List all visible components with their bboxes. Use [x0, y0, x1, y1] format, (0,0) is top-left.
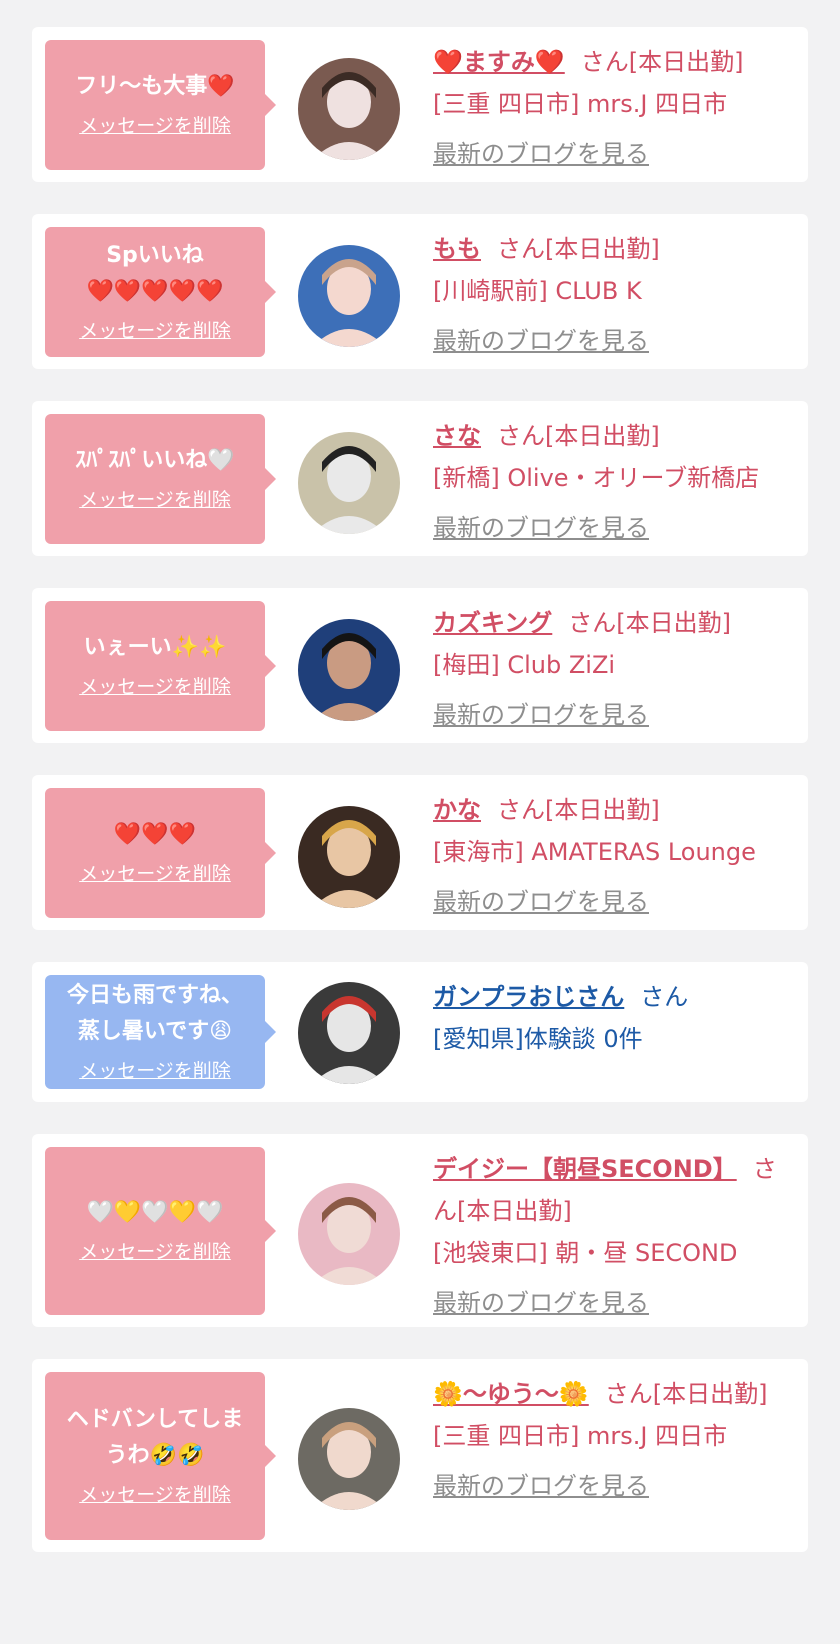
message-text: ❤️❤️❤️	[113, 822, 197, 847]
sender-name-line: かな さん[本日出勤]	[433, 789, 783, 831]
message-text: ｽﾊﾟｽﾊﾟいいね🤍	[75, 448, 235, 473]
avatar-woman-striped-bg-icon[interactable]	[298, 1183, 400, 1285]
sender-name-line: さな さん[本日出勤]	[433, 415, 783, 457]
delete-message-link[interactable]: メッセージを削除	[79, 1237, 231, 1267]
latest-blog-link[interactable]: 最新のブログを見る	[433, 320, 649, 362]
delete-message-link[interactable]: メッセージを削除	[79, 316, 231, 346]
shop-name: [新橋] Olive・オリーブ新橋店	[433, 464, 760, 492]
shop-name: [三重 四日市] mrs.J 四日市	[433, 1422, 728, 1450]
message-feed: フリ〜も大事❤️ メッセージを削除 ❤️ますみ❤️ さん[本日出勤] [三重 四日市] …	[0, 0, 840, 1552]
shop-name: [三重 四日市] mrs.J 四日市	[433, 90, 728, 118]
sender-name-link[interactable]: カズキング	[433, 609, 552, 637]
avatar-robot-model-icon[interactable]	[298, 982, 400, 1084]
sender-status: さん[本日出勤]	[604, 1380, 768, 1408]
sender-name-line: ❤️ますみ❤️ さん[本日出勤]	[433, 41, 783, 83]
latest-blog-link[interactable]: 最新のブログを見る	[433, 507, 649, 549]
message-bubble: フリ〜も大事❤️ メッセージを削除	[45, 40, 276, 170]
delete-message-link[interactable]: メッセージを削除	[79, 672, 231, 702]
sender-info: デイジー【朝昼SECOND】 さん[本日出勤] [池袋東口] 朝・昼 SECOND 最…	[433, 1148, 783, 1324]
shop-name: [池袋東口] 朝・昼 SECOND	[433, 1239, 738, 1267]
message-text: Spいいね ❤️❤️❤️❤️❤️	[86, 243, 224, 304]
message-bubble: Spいいね ❤️❤️❤️❤️❤️ メッセージを削除	[45, 227, 276, 357]
sender-name-line: デイジー【朝昼SECOND】 さん[本日出勤]	[433, 1148, 783, 1232]
message-card: ｽﾊﾟｽﾊﾟいいね🤍 メッセージを削除 さな さん[本日出勤] [新橋] Olive・オ…	[32, 401, 808, 556]
sender-info: カズキング さん[本日出勤] [梅田] Club ZiZi 最新のブログを見る	[433, 602, 783, 736]
sender-info: ❤️ますみ❤️ さん[本日出勤] [三重 四日市] mrs.J 四日市最新のブログを…	[433, 41, 783, 175]
sender-info: かな さん[本日出勤] [東海市] AMATERAS Lounge 最新のブログを見る	[433, 789, 783, 923]
message-text: フリ〜も大事❤️	[75, 74, 235, 99]
message-card: Spいいね ❤️❤️❤️❤️❤️ メッセージを削除 もも さん[本日出勤] [川崎駅前]…	[32, 214, 808, 369]
message-card: ❤️❤️❤️ メッセージを削除 かな さん[本日出勤] [東海市] AMATERAS L…	[32, 775, 808, 930]
latest-blog-link[interactable]: 最新のブログを見る	[433, 881, 649, 923]
shop-name: [梅田] Club ZiZi	[433, 651, 616, 679]
delete-message-link[interactable]: メッセージを削除	[79, 1056, 231, 1086]
latest-blog-link[interactable]: 最新のブログを見る	[433, 1465, 649, 1507]
message-text: いぇーい✨✨	[83, 635, 227, 660]
sender-name-line: もも さん[本日出勤]	[433, 228, 783, 270]
delete-message-link[interactable]: メッセージを削除	[79, 485, 231, 515]
message-card: いぇーい✨✨ メッセージを削除 カズキング さん[本日出勤] [梅田] Club ZiZ…	[32, 588, 808, 743]
sender-status: さん[本日出勤]	[497, 235, 660, 263]
sender-status: さん	[640, 983, 689, 1011]
message-card: フリ〜も大事❤️ メッセージを削除 ❤️ますみ❤️ さん[本日出勤] [三重 四日市] …	[32, 27, 808, 182]
message-text: 今日も雨ですね、 蒸し暑いです😩	[66, 983, 243, 1044]
message-text: 🤍💛🤍💛🤍	[86, 1200, 224, 1225]
message-card: 🤍💛🤍💛🤍 メッセージを削除 デイジー【朝昼SECOND】 さん[本日出勤] [池袋東口…	[32, 1134, 808, 1327]
delete-message-link[interactable]: メッセージを削除	[79, 859, 231, 889]
message-card: 今日も雨ですね、 蒸し暑いです😩 メッセージを削除 ガンプラおじさん さん [愛知県]体…	[32, 962, 808, 1102]
sender-name-link[interactable]: ❤️ますみ❤️	[433, 48, 565, 76]
avatar-woman-hidden-face-icon[interactable]	[298, 432, 400, 534]
latest-blog-link[interactable]: 最新のブログを見る	[433, 694, 649, 736]
avatar-woman-cat-ears-icon[interactable]	[298, 58, 400, 160]
sender-status: さん[本日出勤]	[497, 796, 660, 824]
sender-name-link[interactable]: 🌼〜ゆう〜🌼	[433, 1380, 589, 1408]
sender-info: もも さん[本日出勤] [川崎駅前] CLUB K 最新のブログを見る	[433, 228, 783, 362]
delete-message-link[interactable]: メッセージを削除	[79, 111, 231, 141]
avatar-man-icon[interactable]	[298, 619, 400, 721]
latest-blog-link[interactable]: 最新のブログを見る	[433, 133, 649, 175]
sender-info: ガンプラおじさん さん [愛知県]体験談 0件	[433, 976, 783, 1060]
message-bubble: ｽﾊﾟｽﾊﾟいいね🤍 メッセージを削除	[45, 414, 276, 544]
avatar-woman-icon[interactable]	[298, 245, 400, 347]
sender-name-line: カズキング さん[本日出勤]	[433, 602, 783, 644]
sender-name-line: 🌼〜ゆう〜🌼 さん[本日出勤]	[433, 1373, 783, 1415]
sender-status: さん[本日出勤]	[497, 422, 660, 450]
shop-name: [愛知県]体験談 0件	[433, 1025, 643, 1053]
sender-name-link[interactable]: ガンプラおじさん	[433, 983, 624, 1011]
sender-name-link[interactable]: さな	[433, 422, 481, 450]
sender-status: さん[本日出勤]	[580, 48, 744, 76]
delete-message-link[interactable]: メッセージを削除	[79, 1480, 231, 1510]
message-bubble: 🤍💛🤍💛🤍 メッセージを削除	[45, 1147, 276, 1315]
message-bubble: ❤️❤️❤️ メッセージを削除	[45, 788, 276, 918]
sender-status: さん[本日出勤]	[568, 609, 732, 637]
sender-name-line: ガンプラおじさん さん	[433, 976, 783, 1018]
sender-name-link[interactable]: もも	[433, 235, 481, 263]
avatar-woman-car-icon[interactable]	[298, 1408, 400, 1510]
sender-name-link[interactable]: かな	[433, 796, 481, 824]
shop-name: [川崎駅前] CLUB K	[433, 277, 642, 305]
message-bubble: ヘドバンしてしま うわ🤣🤣 メッセージを削除	[45, 1372, 276, 1540]
sender-info: 🌼〜ゆう〜🌼 さん[本日出勤] [三重 四日市] mrs.J 四日市最新のブログを見…	[433, 1373, 783, 1507]
message-text: ヘドバンしてしま うわ🤣🤣	[66, 1407, 244, 1468]
latest-blog-link[interactable]: 最新のブログを見る	[433, 1282, 649, 1324]
avatar-woman-blonde-icon[interactable]	[298, 806, 400, 908]
sender-info: さな さん[本日出勤] [新橋] Olive・オリーブ新橋店最新のブログを見る	[433, 415, 783, 549]
message-card: ヘドバンしてしま うわ🤣🤣 メッセージを削除 🌼〜ゆう〜🌼 さん[本日出勤] [三重 四…	[32, 1359, 808, 1552]
shop-name: [東海市] AMATERAS Lounge	[433, 838, 756, 866]
message-bubble: いぇーい✨✨ メッセージを削除	[45, 601, 276, 731]
message-bubble: 今日も雨ですね、 蒸し暑いです😩 メッセージを削除	[45, 975, 276, 1089]
sender-name-link[interactable]: デイジー【朝昼SECOND】	[433, 1155, 737, 1183]
